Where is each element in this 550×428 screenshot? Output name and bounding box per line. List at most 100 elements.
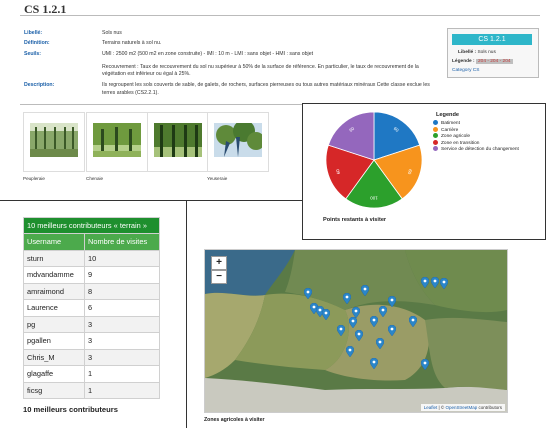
username-cell: amraimond [23,282,85,300]
seuils-label: Seuils: [24,51,42,57]
description-label: Description: [24,82,55,88]
class-code-badge: CS 1.2.1 [452,34,532,45]
map-attribution: Leaflet | © OpenStreetMap contributors [420,404,505,411]
username-cell: Laurence [23,299,85,317]
table-row: pg 3 [23,315,160,333]
map-pin-icon[interactable] [360,283,370,301]
legend-label: Carrière [441,127,459,133]
visits-cell: 10 [84,249,160,267]
map-caption: Zones agricoles à visiter [204,417,265,423]
map-pin-icon[interactable] [409,314,418,332]
seuils-line-2: Recouvrement : Taux de recouvrement du s… [102,63,419,78]
table-row: Laurence 6 [23,299,160,317]
map-pin-icon[interactable] [336,323,346,341]
username-cell: ficsg [23,381,85,399]
seuils-value: UMI : 2500 m2 (500 m2 en zone construite… [102,51,437,79]
zoom-out-button[interactable]: − [211,270,227,284]
legend-color-dot [433,120,438,125]
visits-cell: 8 [84,282,160,300]
visits-cell: 1 [84,365,160,383]
photo-thumbnail[interactable] [207,112,269,172]
column-header-visits[interactable]: Nombre de visites [84,233,160,251]
category-link-text[interactable]: Category CS [452,68,479,73]
visits-cell: 3 [84,315,160,333]
legend-label: Zone en transition [441,140,480,146]
column-header-username[interactable]: Username [23,233,85,251]
legend-label: Service de détection du changement [441,147,519,153]
photo-caption: Peupleraie [23,176,45,181]
table-row: pgallen 3 [23,332,160,350]
visits-cell: 1 [84,381,160,399]
description-value: Ils regroupent les sols couverts de sabl… [102,82,430,96]
map-pin-icon[interactable] [345,344,355,362]
visits-cell: 6 [84,299,160,317]
table-row: amraimond 8 [23,282,160,300]
legend-label: Zone agricole [441,133,471,139]
vertical-divider [186,200,187,428]
map-pin-icon[interactable] [421,275,430,293]
legend-item: Zone en transition [433,139,480,146]
pie-slice-label: 100 [370,195,378,200]
class-summary-card: CS 1.2.1 Libellé : Sols nus Légende : 20… [447,28,539,78]
map-pin-icon[interactable] [369,314,379,332]
table-row: ficsg 1 [23,381,160,399]
username-cell: mdvandamme [23,266,85,284]
map-pin-icon[interactable] [342,291,352,309]
title-divider [20,15,540,16]
pie-caption: Points restants à visiter [323,217,387,223]
legend-color-dot [433,139,438,145]
table-row: Chris_M 3 [23,348,160,366]
photo-thumbnail[interactable] [86,112,148,172]
username-cell: Chris_M [23,348,85,366]
visits-cell: 3 [84,348,160,366]
table-row: glagaffe 1 [23,365,160,383]
category-link[interactable]: Category CS [452,68,479,73]
legend-label: Batiment [441,120,460,126]
attrib-tail: contributors [477,405,502,410]
legend-color-dot [433,126,438,132]
map-pin-icon[interactable] [430,275,439,293]
legend-color-swatch: 204 - 204 - 204 [476,59,513,64]
photo-caption: Chenaie [86,176,104,181]
seuils-line-1: UMI : 2500 m2 (500 m2 en zone construite… [102,51,314,57]
card-legende-row: Légende : 204 - 204 - 204 [452,59,513,64]
map-pin-icon[interactable] [369,356,379,374]
forest-photo-4 [214,123,262,157]
map-pin-icon[interactable] [439,276,448,294]
forest-photo-1 [30,123,78,157]
map-pin-icon[interactable] [388,294,397,312]
card-libelle-label: Libellé : [458,50,477,55]
map-view[interactable]: + − Leaflet | © OpenStreetMap contributo… [204,249,508,413]
photo-thumbnail[interactable] [147,112,209,172]
pie-chart-card: 60 60 100 60 60 Legende Batiment Carrière Zone… [302,103,546,240]
libelle-label: Libellé: [24,30,43,36]
table-row: mdvandamme 9 [23,266,160,284]
zoom-in-button[interactable]: + [211,256,227,270]
visits-cell: 9 [84,266,160,284]
photo-thumbnail[interactable] [23,112,85,172]
legend-color-dot [433,146,438,152]
table-caption: 10 meilleurs contributeurs « terrain » [23,217,160,234]
legend-color-dot [433,133,438,139]
legend-item: Batiment [433,120,460,126]
leaflet-link[interactable]: Leaflet [424,405,438,410]
map-pin-icon[interactable] [375,336,385,354]
photo-caption: Yeuseraie [207,176,228,181]
username-cell: pgallen [23,332,85,350]
osm-link[interactable]: OpenStreetMap [445,405,477,410]
contributors-footer: 10 meilleurs contributeurs [23,405,118,414]
definition-label: Définition: [24,40,50,46]
map-pin-icon[interactable] [388,323,397,341]
legend-item: Zone agricole [433,133,470,139]
map-pin-icon[interactable] [421,357,430,375]
username-cell: glagaffe [23,365,85,383]
map-pin-icon[interactable] [321,307,330,325]
forest-photo-2 [93,123,141,157]
map-pin-icon[interactable] [378,304,388,322]
legend-title: Legende [436,112,460,118]
card-libelle-row: Libellé : Sols nus [458,50,496,55]
contributors-table: 10 meilleurs contributeurs « terrain » U… [23,217,160,399]
legend-item: Service de détection du changement [433,146,519,152]
map-pin-icon[interactable] [354,328,364,346]
visits-cell: 3 [84,332,160,350]
